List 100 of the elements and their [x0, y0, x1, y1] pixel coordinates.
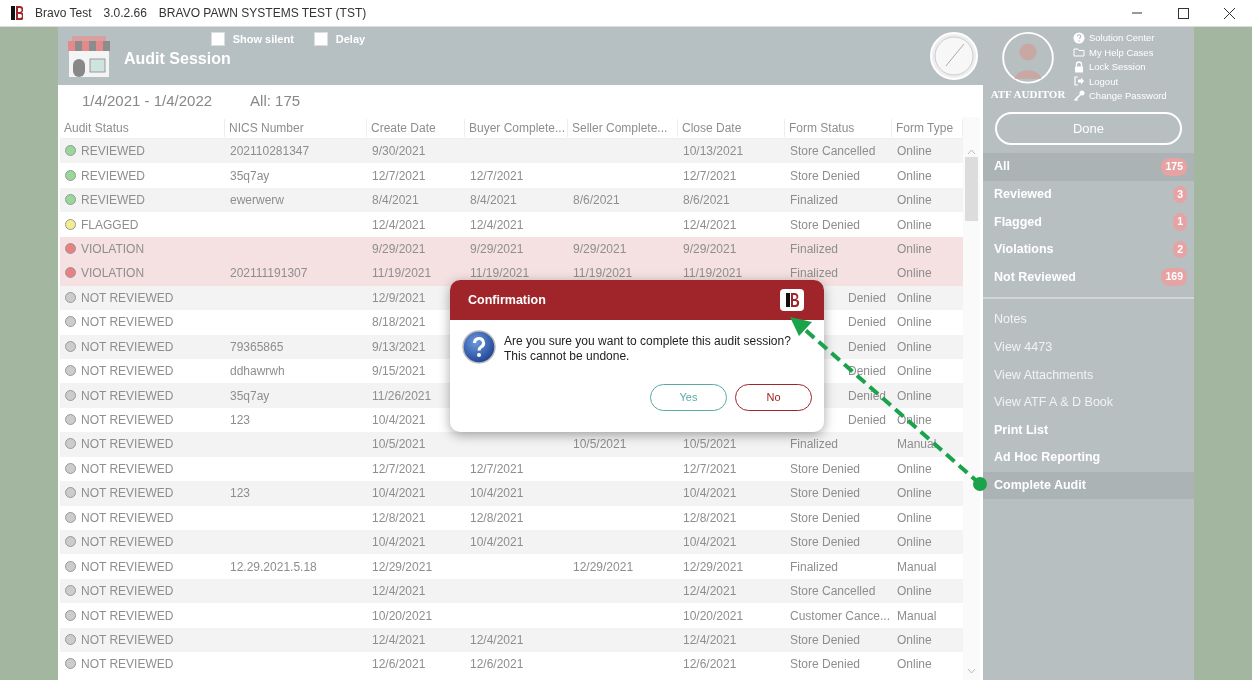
table-cell-text: 12/4/2021	[371, 216, 427, 234]
table-cell: REVIEWED	[81, 144, 145, 159]
app-title: Bravo Test	[35, 5, 92, 22]
table-cell-text: 12/4/2021	[682, 216, 738, 234]
filter-item[interactable]: Reviewed 3	[983, 180, 1194, 209]
checkbox-option[interactable]: Delay	[313, 31, 366, 48]
table-cell-text: 12/4/2021	[682, 583, 738, 601]
table-cell-text: 12/4/2021	[371, 583, 427, 601]
table-cell-text: 35q7ay	[229, 387, 271, 405]
maximize-icon[interactable]	[1177, 7, 1189, 19]
filter-item[interactable]: All 175	[983, 153, 1194, 181]
column-header[interactable]: NICS Number	[225, 118, 367, 137]
filter-label: Reviewed	[994, 186, 1052, 203]
user-menu-link[interactable]: My Help Cases	[1073, 45, 1167, 59]
table-cell-text: 11/19/2021	[371, 265, 433, 283]
table-cell-text: Online	[896, 240, 933, 258]
table-cell-text: Denied	[846, 412, 887, 430]
table-cell: NOT REVIEWED	[81, 486, 174, 501]
scroll-down-icon[interactable]	[967, 668, 976, 674]
column-header[interactable]: Seller Complete...	[568, 118, 678, 137]
question-icon	[462, 330, 496, 364]
done-button[interactable]: Done	[995, 112, 1182, 145]
table-cell-text: 9/13/2021	[371, 338, 427, 356]
table-cell-text: 12/4/2021	[371, 631, 427, 649]
table-cell-text: Online	[896, 167, 933, 185]
table-cell: NOT REVIEWED	[81, 559, 174, 574]
table-cell-text: 123	[229, 412, 252, 430]
table-cell: NOT REVIEWED	[81, 584, 174, 599]
table-cell-text: 12/29/2021	[572, 558, 635, 576]
table-cell-text: Store Cancelled	[789, 143, 877, 161]
table-cell-text: 12/8/2021	[469, 509, 525, 527]
count-badge: 1	[1173, 213, 1187, 231]
avatar-icon[interactable]	[1000, 31, 1056, 85]
table-cell-text: 12/8/2021	[371, 509, 427, 527]
version-label: 3.0.2.66	[103, 5, 147, 22]
no-button[interactable]: No	[735, 384, 812, 411]
yes-button[interactable]: Yes	[650, 384, 727, 411]
scrollbar-thumb[interactable]	[965, 157, 978, 221]
close-icon[interactable]	[1223, 7, 1235, 19]
table-cell: NOT REVIEWED	[81, 388, 174, 403]
page-title: Audit Session	[124, 49, 231, 69]
table-cell-text: ewerwerw	[229, 192, 285, 210]
table-cell-text: Online	[896, 583, 933, 601]
logo-icon	[10, 5, 23, 21]
column-header[interactable]: Create Date	[367, 118, 465, 137]
table-cell: REVIEWED	[81, 193, 145, 208]
scroll-up-icon[interactable]	[967, 149, 976, 155]
count-badge: 2	[1173, 240, 1187, 259]
user-menu-link[interactable]: Logout	[1073, 74, 1167, 88]
action-item[interactable]: Ad Hoc Reporting	[983, 443, 1194, 472]
store-icon	[66, 35, 112, 79]
table-cell-text: 11/26/2021	[371, 387, 433, 405]
table-cell: NOT REVIEWED	[81, 510, 174, 525]
table-cell-text: 11/19/2021	[572, 265, 634, 283]
filter-item[interactable]: Violations 2	[983, 235, 1194, 264]
table-cell-text: Store Denied	[789, 534, 862, 552]
column-header[interactable]: Form Status	[785, 118, 892, 137]
table-cell-text: 12/7/2021	[682, 167, 738, 185]
user-menu-link[interactable]: Change Password	[1073, 89, 1167, 103]
table-cell-text: 8/6/2021	[682, 192, 731, 210]
table-cell-text: 8/4/2021	[371, 192, 420, 210]
table-cell-text: 9/29/2021	[469, 240, 525, 258]
checkbox-option[interactable]: Show silent	[210, 31, 294, 48]
action-item[interactable]: Print List	[983, 416, 1194, 444]
table-cell-text: Online	[896, 338, 933, 356]
table-cell-text: Online	[896, 656, 933, 674]
table-cell-text: 11/19/2021	[469, 265, 531, 283]
table-cell-text: Online	[896, 192, 933, 210]
table-cell-text: 12/6/2021	[682, 656, 738, 674]
table-cell-text: Finalized	[789, 265, 840, 283]
filter-label: Flagged	[994, 213, 1042, 231]
table-cell-text: 10/13/2021	[682, 143, 745, 161]
table-cell-text: Denied	[846, 289, 887, 307]
table-cell-text: Store Denied	[789, 216, 862, 234]
table-cell-text: 12/6/2021	[469, 656, 525, 674]
column-header[interactable]: Audit Status	[60, 118, 225, 137]
table-cell-text: 9/29/2021	[371, 240, 427, 258]
table-cell-text: 10/4/2021	[682, 485, 738, 503]
table-cell-text: 8/18/2021	[371, 314, 427, 332]
user-menu-link[interactable]: Solution Center	[1073, 31, 1167, 45]
table-cell-text: 10/4/2021	[371, 412, 427, 430]
table-cell-text: 12.29.2021.5.18	[229, 558, 318, 576]
user-menu-link[interactable]: Lock Session	[1073, 60, 1167, 74]
table-cell-text: 8/4/2021	[469, 192, 518, 210]
table-cell-text: Store Denied	[789, 656, 862, 674]
table-cell: NOT REVIEWED	[81, 413, 174, 428]
table-cell-text: 12/8/2021	[682, 509, 738, 527]
lock-icon	[1073, 60, 1085, 73]
table-cell-text: 9/29/2021	[572, 240, 628, 258]
filter-item[interactable]: Flagged 1	[983, 208, 1194, 236]
filter-item[interactable]: Not Reviewed 169	[983, 263, 1194, 291]
table-cell-text: 12/29/2021	[371, 558, 434, 576]
count-badge: 169	[1161, 268, 1187, 287]
table-cell-text: Store Denied	[789, 167, 862, 185]
table-cell-text: 12/4/2021	[469, 631, 525, 649]
table-cell-text: 10/4/2021	[469, 485, 525, 503]
table-cell-text: 35q7ay	[229, 167, 271, 185]
column-header[interactable]: Buyer Complete...	[465, 118, 568, 137]
column-header[interactable]: Close Date	[678, 118, 785, 137]
action-item[interactable]: Complete Audit	[983, 471, 1194, 500]
